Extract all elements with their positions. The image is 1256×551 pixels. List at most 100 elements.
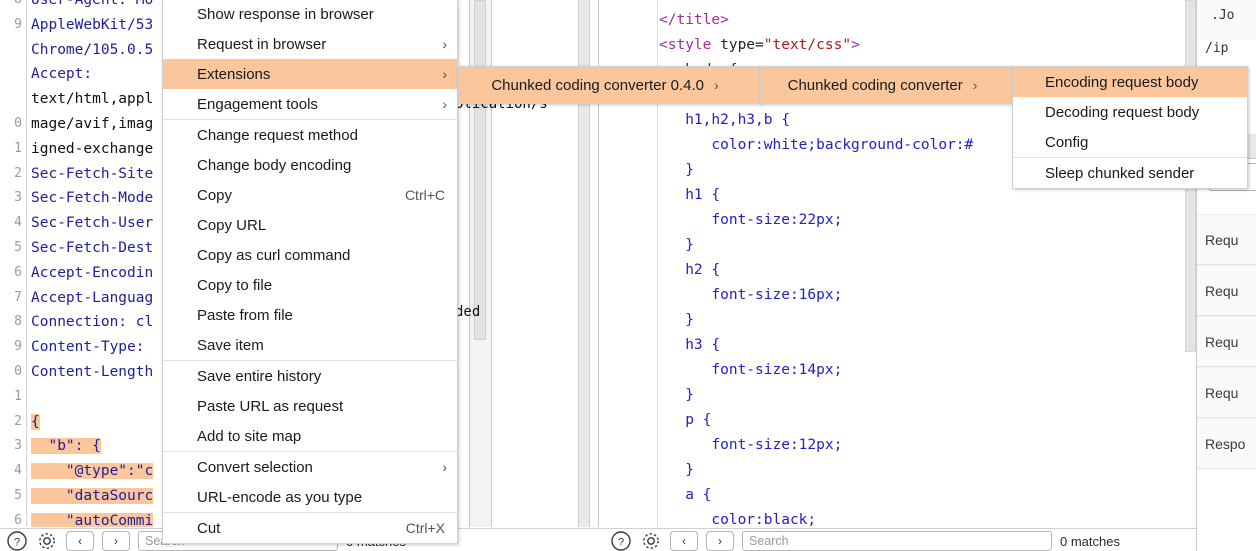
line-number: 6 (14, 264, 22, 280)
menu-item-copy-url[interactable]: Copy URL (163, 210, 457, 240)
menu-item-url-encode-as-you-type[interactable]: URL-encode as you type (163, 482, 457, 512)
response-code-line: <style type="text/css"> (659, 37, 860, 53)
menu-item-label: Change body encoding (197, 156, 352, 174)
line-number: 9 (14, 16, 22, 32)
menu-item-copy-to-file[interactable]: Copy to file (163, 270, 457, 300)
menu-item-label: Chunked coding converter (787, 76, 963, 94)
svg-text:?: ? (14, 537, 20, 549)
chunked-coding-converter-submenu[interactable]: Chunked coding converter › (760, 66, 1015, 104)
menu-item-label: Decoding request body (1045, 103, 1200, 121)
inspector-section-tab[interactable]: Requ (1197, 214, 1256, 265)
menu-item-label: Paste from file (197, 306, 293, 324)
menu-item-label: Encoding request body (1045, 73, 1199, 91)
menu-item-change-request-method[interactable]: Change request method (163, 120, 457, 150)
response-code-line: h2 { (659, 262, 721, 278)
application-window: 8901234567890123456 User-Agent: MoAppleW… (0, 0, 1256, 551)
match-count-label: 0 matches (1060, 533, 1120, 549)
chevron-right-icon: › (442, 66, 447, 82)
menu-item-label: Config (1045, 133, 1089, 151)
response-code-line: font-size:14px; (659, 362, 843, 378)
line-number: 8 (14, 314, 22, 330)
line-number: 0 (14, 115, 22, 131)
extensions-submenu[interactable]: Chunked coding converter 0.4.0 › (458, 66, 762, 104)
line-number: 3 (14, 190, 22, 206)
question-circle-icon[interactable]: ? (610, 531, 632, 551)
menu-item-save-entire-history[interactable]: Save entire history (163, 361, 457, 391)
menu-item-chunked-coding-converter-0-4-0[interactable]: Chunked coding converter 0.4.0 › (459, 67, 761, 103)
menu-item-encoding-request-body[interactable]: Encoding request body (1013, 67, 1247, 97)
chevron-right-icon: › (442, 96, 447, 112)
next-match-button[interactable]: › (706, 531, 734, 551)
menu-item-shortcut: Ctrl+X (405, 520, 445, 536)
menu-item-label: Change request method (197, 126, 358, 144)
menu-item-label: Copy to file (197, 276, 273, 294)
menu-item-add-to-site-map[interactable]: Add to site map (163, 421, 457, 451)
menu-item-chunked-coding-converter[interactable]: Chunked coding converter › (761, 67, 1014, 103)
menu-item-label: Cut (197, 519, 221, 537)
request-context-menu[interactable]: Show response in browser Request in brows… (162, 0, 458, 544)
next-match-button[interactable]: › (102, 531, 130, 551)
line-number: 2 (14, 165, 22, 181)
menu-item-label: Save item (197, 336, 264, 354)
menu-item-label: Request in browser (197, 35, 327, 53)
menu-item-sleep-chunked-sender[interactable]: Sleep chunked sender (1013, 158, 1247, 188)
response-code-line: a { (659, 487, 712, 503)
menu-item-label: Engagement tools (197, 95, 318, 113)
response-code-line: </title> (659, 12, 729, 28)
inspector-fragment-1: .Jo (1211, 8, 1235, 23)
response-code-line: font-size:22px; (659, 212, 843, 228)
menu-item-label: Add to site map (197, 427, 302, 445)
inspector-section-tab[interactable]: Requ (1197, 316, 1256, 367)
menu-item-request-in-browser[interactable]: Request in browser › (163, 29, 457, 59)
menu-item-paste-from-file[interactable]: Paste from file (163, 300, 457, 330)
menu-item-decoding-request-body[interactable]: Decoding request body (1013, 97, 1247, 127)
menu-item-extensions[interactable]: Extensions › (163, 59, 457, 89)
menu-item-paste-url-as-request[interactable]: Paste URL as request (163, 391, 457, 421)
line-number: 7 (14, 289, 22, 305)
response-code-line: HTTP Status 500 – Internal Server Error (659, 0, 1194, 8)
menu-item-label: Convert selection (197, 458, 313, 476)
menu-item-engagement-tools[interactable]: Engagement tools › (163, 89, 457, 119)
line-number (0, 62, 26, 87)
toolbar-right-group: ? ‹ › Search 0 matches (610, 531, 1120, 551)
line-number: 3 (14, 438, 22, 454)
gear-icon[interactable] (36, 531, 58, 551)
search-input[interactable]: Search (742, 531, 1052, 551)
chevron-right-icon: › (972, 77, 978, 93)
response-code-line: font-size:16px; (659, 287, 843, 303)
gear-icon[interactable] (640, 531, 662, 551)
menu-item-label: URL-encode as you type (197, 488, 363, 506)
chunked-converter-actions-submenu[interactable]: Encoding request body Decoding request bo… (1012, 66, 1248, 189)
menu-item-cut[interactable]: Cut Ctrl+X (163, 513, 457, 543)
menu-item-convert-selection[interactable]: Convert selection › (163, 452, 457, 482)
response-code-line: } (659, 462, 694, 478)
line-number: 4 (14, 215, 22, 231)
line-number: 4 (14, 463, 22, 479)
inspector-section-tab[interactable]: Requ (1197, 265, 1256, 316)
line-number: 8 (0, 0, 26, 13)
chevron-right-icon: › (713, 77, 719, 93)
question-circle-icon[interactable]: ? (6, 531, 28, 551)
menu-item-save-item[interactable]: Save item (163, 330, 457, 360)
line-number: 1 (14, 388, 22, 404)
menu-item-copy-as-curl-command[interactable]: Copy as curl command (163, 240, 457, 270)
menu-item-label: Copy as curl command (197, 246, 351, 264)
menu-item-label: Save entire history (197, 367, 322, 385)
menu-item-copy[interactable]: Copy Ctrl+C (163, 180, 457, 210)
line-number: 9 (14, 339, 22, 355)
menu-item-label: Extensions (197, 65, 271, 83)
menu-item-label: Paste URL as request (197, 397, 344, 415)
menu-item-show-response-in-browser[interactable]: Show response in browser (163, 0, 457, 29)
menu-item-change-body-encoding[interactable]: Change body encoding (163, 150, 457, 180)
previous-match-button[interactable]: ‹ (670, 531, 698, 551)
response-code-line: color:black; (659, 512, 817, 527)
middle-text-fragments: plication/s ded (455, 96, 595, 336)
inspector-section-tab[interactable]: Requ (1197, 367, 1256, 418)
menu-item-config[interactable]: Config (1013, 127, 1247, 157)
previous-match-button[interactable]: ‹ (66, 531, 94, 551)
inspector-section-list[interactable]: Requ Requ Requ Requ Respo (1197, 214, 1256, 551)
menu-item-shortcut: Ctrl+C (404, 187, 445, 203)
line-number (0, 87, 26, 112)
inspector-section-tab[interactable]: Respo (1197, 418, 1256, 469)
chevron-right-icon: › (442, 36, 447, 52)
